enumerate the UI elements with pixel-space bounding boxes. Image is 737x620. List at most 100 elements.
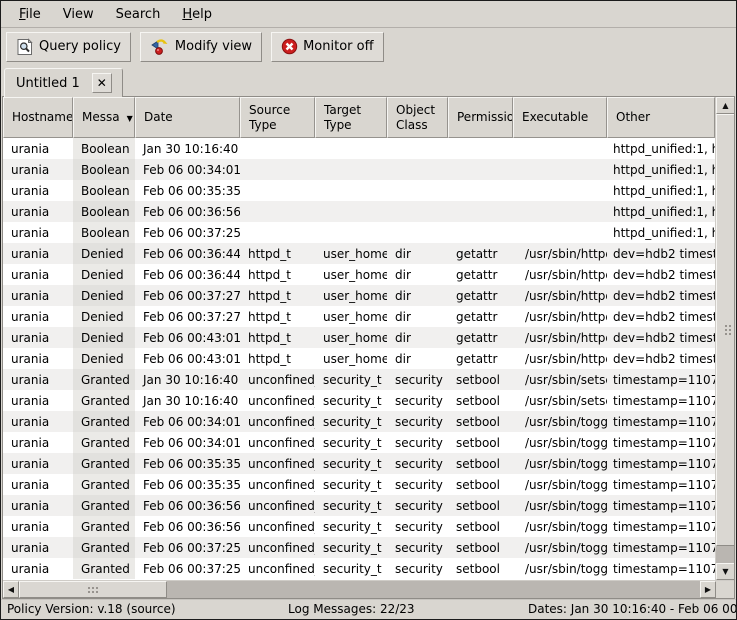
scroll-right-icon[interactable]: ▶ — [700, 581, 716, 598]
monitor-off-button[interactable]: Monitor off — [271, 32, 383, 62]
table-row[interactable]: uraniaDeniedFeb 06 00:36:44httpd_tuser_h… — [3, 243, 715, 264]
column-header-date[interactable]: Date — [135, 97, 240, 138]
column-header-target_type[interactable]: Target Type — [315, 97, 387, 138]
horizontal-scrollbar[interactable]: ◀ ▶ — [3, 581, 716, 598]
cell-hostname: urania — [3, 495, 73, 516]
cell-other: httpd_unified:1, h — [607, 180, 715, 201]
menu-search[interactable]: Search — [105, 3, 172, 26]
table-row[interactable]: uraniaGrantedFeb 06 00:37:25unconfined_s… — [3, 558, 715, 579]
cell-executable: /usr/sbin/toggle — [513, 453, 607, 474]
cell-message: Granted — [73, 495, 135, 516]
table-row[interactable]: uraniaGrantedFeb 06 00:34:01unconfined_s… — [3, 432, 715, 453]
query-policy-button[interactable]: Query policy — [6, 32, 131, 62]
table-row[interactable]: uraniaGrantedFeb 06 00:36:56unconfined_s… — [3, 495, 715, 516]
cell-executable — [513, 222, 607, 243]
cell-permission: setbool — [448, 369, 513, 390]
cell-message: Granted — [73, 558, 135, 579]
cell-message: Denied — [73, 285, 135, 306]
table-row[interactable]: uraniaDeniedFeb 06 00:43:01httpd_tuser_h… — [3, 348, 715, 369]
cell-message: Denied — [73, 243, 135, 264]
cell-date: Feb 06 00:37:25 — [135, 537, 240, 558]
cell-target_type: security_t — [315, 432, 387, 453]
tab-untitled-1[interactable]: Untitled 1 ✕ — [4, 68, 123, 97]
cell-other: dev=hdb2 timesta — [607, 243, 715, 264]
table-row[interactable]: uraniaGrantedFeb 06 00:35:35unconfined_s… — [3, 474, 715, 495]
cell-executable: /usr/sbin/httpd — [513, 306, 607, 327]
table-row[interactable]: uraniaDeniedFeb 06 00:37:27httpd_tuser_h… — [3, 285, 715, 306]
cell-source_type: httpd_t — [240, 327, 315, 348]
cell-executable: /usr/sbin/toggle — [513, 411, 607, 432]
column-header-permission[interactable]: Permission — [448, 97, 513, 138]
cell-target_type: security_t — [315, 369, 387, 390]
table-row[interactable]: uraniaGrantedFeb 06 00:37:25unconfined_s… — [3, 537, 715, 558]
cell-hostname: urania — [3, 516, 73, 537]
cell-object_class: security — [387, 390, 448, 411]
tab-label: Untitled 1 — [16, 76, 80, 91]
table-row[interactable]: uraniaDeniedFeb 06 00:36:44httpd_tuser_h… — [3, 264, 715, 285]
table-row[interactable]: uraniaBooleanFeb 06 00:35:35httpd_unifie… — [3, 180, 715, 201]
menu-file[interactable]: File — [8, 3, 52, 26]
modify-view-button[interactable]: Modify view — [140, 32, 262, 62]
cell-executable: /usr/sbin/setseb — [513, 390, 607, 411]
modify-view-icon — [150, 38, 170, 56]
menu-view[interactable]: View — [52, 3, 105, 26]
scroll-left-icon[interactable]: ◀ — [3, 581, 19, 598]
cell-target_type: user_home_ — [315, 348, 387, 369]
cell-permission: getattr — [448, 327, 513, 348]
cell-object_class — [387, 201, 448, 222]
cell-source_type — [240, 180, 315, 201]
dates-status: Dates: Jan 30 10:16:40 - Feb 06 00:43:01 — [528, 602, 737, 616]
cell-target_type: security_t — [315, 558, 387, 579]
cell-executable: /usr/sbin/httpd — [513, 327, 607, 348]
table-row[interactable]: uraniaGrantedJan 30 10:16:40unconfined_s… — [3, 369, 715, 390]
table-header: HostnameMessa▼DateSource TypeTarget Type… — [3, 97, 715, 138]
vertical-scrollbar[interactable]: ▲ ▼ — [715, 97, 734, 580]
close-icon[interactable]: ✕ — [92, 73, 112, 93]
column-header-source_type[interactable]: Source Type — [240, 97, 315, 138]
policy-version-status: Policy Version: v.18 (source) — [1, 602, 288, 616]
cell-object_class: dir — [387, 348, 448, 369]
column-header-hostname[interactable]: Hostname — [3, 97, 73, 138]
cell-target_type: user_home_ — [315, 264, 387, 285]
cell-object_class: security — [387, 495, 448, 516]
cell-other: timestamp=11076 — [607, 495, 715, 516]
table-row[interactable]: uraniaBooleanFeb 06 00:37:25httpd_unifie… — [3, 222, 715, 243]
cell-other: timestamp=11076 — [607, 453, 715, 474]
column-header-other[interactable]: Other — [607, 97, 715, 138]
cell-other: timestamp=11076 — [607, 474, 715, 495]
table-row[interactable]: uraniaDeniedFeb 06 00:37:27httpd_tuser_h… — [3, 306, 715, 327]
cell-hostname: urania — [3, 243, 73, 264]
table-row[interactable]: uraniaGrantedJan 30 10:16:40unconfined_s… — [3, 390, 715, 411]
vertical-scrollbar-thumb[interactable] — [716, 114, 734, 546]
cell-hostname: urania — [3, 138, 73, 159]
cell-permission: getattr — [448, 306, 513, 327]
cell-permission: getattr — [448, 243, 513, 264]
horizontal-scrollbar-thumb[interactable] — [19, 581, 167, 598]
column-header-executable[interactable]: Executable — [513, 97, 607, 138]
table-row[interactable]: uraniaGrantedFeb 06 00:36:56unconfined_s… — [3, 516, 715, 537]
table-row[interactable]: uraniaBooleanFeb 06 00:36:56httpd_unifie… — [3, 201, 715, 222]
cell-other: timestamp=11071 — [607, 390, 715, 411]
table-row[interactable]: uraniaBooleanFeb 06 00:34:01httpd_unifie… — [3, 159, 715, 180]
scroll-down-icon[interactable]: ▼ — [716, 563, 734, 580]
menu-help[interactable]: Help — [171, 3, 223, 26]
cell-source_type — [240, 159, 315, 180]
cell-permission: setbool — [448, 537, 513, 558]
column-header-object_class[interactable]: Object Class — [387, 97, 448, 138]
cell-object_class: security — [387, 453, 448, 474]
column-header-message[interactable]: Messa▼ — [73, 97, 135, 138]
cell-permission — [448, 201, 513, 222]
table-row[interactable]: uraniaDeniedFeb 06 00:43:01httpd_tuser_h… — [3, 327, 715, 348]
cell-object_class: security — [387, 558, 448, 579]
cell-message: Denied — [73, 306, 135, 327]
scroll-up-icon[interactable]: ▲ — [716, 97, 734, 114]
cell-object_class: security — [387, 474, 448, 495]
table-row[interactable]: uraniaGrantedFeb 06 00:35:35unconfined_s… — [3, 453, 715, 474]
cell-target_type: security_t — [315, 495, 387, 516]
horizontal-scrollbar-trough[interactable] — [167, 581, 700, 598]
table-row[interactable]: uraniaGrantedFeb 06 00:34:01unconfined_s… — [3, 411, 715, 432]
vertical-scrollbar-trough[interactable] — [716, 546, 734, 563]
cell-message: Boolean — [73, 222, 135, 243]
table-row[interactable]: uraniaBooleanJan 30 10:16:40httpd_unifie… — [3, 138, 715, 159]
cell-permission: setbool — [448, 516, 513, 537]
